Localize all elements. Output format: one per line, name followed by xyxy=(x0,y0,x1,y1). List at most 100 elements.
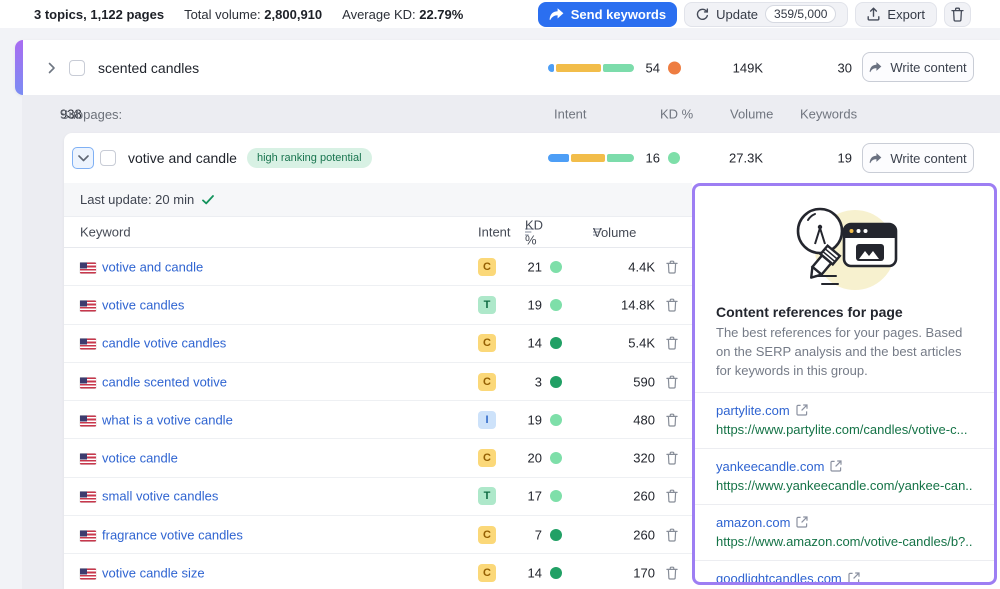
table-row: candle scented votive C 3 590 xyxy=(64,363,692,401)
keyword-link[interactable]: votice candle xyxy=(102,451,178,466)
page-card: votive and candle high ranking potential… xyxy=(64,133,1000,589)
us-flag-icon xyxy=(80,415,96,426)
reference-domain-link[interactable]: amazon.com xyxy=(716,513,808,532)
volume-value: 590 xyxy=(585,374,655,389)
last-update-text: Last update: 20 min xyxy=(80,192,194,207)
expand-topic-chevron-icon[interactable] xyxy=(48,62,56,74)
kd-value: 3 xyxy=(484,374,542,389)
table-row: votive candle size C 14 170 xyxy=(64,554,692,589)
volume-value: 14.8K xyxy=(585,297,655,312)
kd-value: 19 xyxy=(484,297,542,312)
table-row: fragrance votive candles C 7 260 xyxy=(64,516,692,554)
topic-title: scented candles xyxy=(98,60,199,76)
topic-write-content-button[interactable]: Write content xyxy=(862,52,974,82)
references-title: Content references for page xyxy=(695,298,994,324)
keyword-link[interactable]: small votive candles xyxy=(102,489,218,504)
kd-value: 21 xyxy=(484,259,542,274)
page-row: votive and candle high ranking potential… xyxy=(64,133,1000,183)
topic-checkbox[interactable] xyxy=(69,60,85,76)
reference-domain-link[interactable]: partylite.com xyxy=(716,401,808,420)
kd-dot xyxy=(550,529,562,541)
column-header-intent: Intent xyxy=(554,107,587,122)
keywords-table-header: Keyword Intent KD % Volume xyxy=(64,217,692,248)
volume-value: 480 xyxy=(585,412,655,427)
column-header-volume-sort[interactable]: Volume xyxy=(593,228,603,237)
kd-dot xyxy=(550,299,562,311)
kd-dot xyxy=(550,567,562,579)
trash-icon xyxy=(951,7,964,22)
reference-item: yankeecandle.com https://www.yankeecandl… xyxy=(695,448,994,504)
summary-stats: 3 topics, 1,122 pages Total volume: 2,80… xyxy=(34,7,463,22)
us-flag-icon xyxy=(80,569,96,580)
delete-keyword-icon[interactable] xyxy=(666,298,678,312)
topics-pages-count: 3 topics, 1,122 pages xyxy=(34,7,164,22)
reference-domain-link[interactable]: goodlightcandles.com xyxy=(716,569,860,585)
check-icon xyxy=(202,195,214,205)
delete-keyword-icon[interactable] xyxy=(666,336,678,350)
external-link-icon xyxy=(830,460,842,472)
page-write-content-button[interactable]: Write content xyxy=(862,143,974,173)
write-content-label: Write content xyxy=(890,151,966,166)
us-flag-icon xyxy=(80,300,96,311)
kd-dot xyxy=(550,490,562,502)
keyword-link[interactable]: candle scented votive xyxy=(102,374,227,389)
update-button[interactable]: Update 359/5,000 xyxy=(684,2,848,27)
reference-url: https://www.amazon.com/votive-candles/b?… xyxy=(716,532,973,551)
delete-keyword-icon[interactable] xyxy=(666,375,678,389)
send-keywords-label: Send keywords xyxy=(571,7,666,22)
page-checkbox[interactable] xyxy=(100,150,116,166)
delete-button[interactable] xyxy=(944,2,971,27)
delete-keyword-icon[interactable] xyxy=(666,260,678,274)
keyword-link[interactable]: votive candle size xyxy=(102,566,205,581)
keyword-link[interactable]: votive and candle xyxy=(102,259,203,274)
table-row: votive candles T 19 14.8K xyxy=(64,286,692,324)
kd-value: 17 xyxy=(484,489,542,504)
topic-kd-dot xyxy=(668,61,681,74)
table-row: votice candle C 20 320 xyxy=(64,439,692,477)
table-row: small votive candles T 17 260 xyxy=(64,478,692,516)
export-button[interactable]: Export xyxy=(855,2,937,27)
update-quota-pill: 359/5,000 xyxy=(765,5,836,23)
column-header-kd-sort[interactable]: KD % xyxy=(525,228,535,237)
kd-dot xyxy=(550,452,562,464)
kd-value: 19 xyxy=(484,412,542,427)
us-flag-icon xyxy=(80,262,96,273)
reference-domain-link[interactable]: yankeecandle.com xyxy=(716,457,842,476)
last-update-bar: Last update: 20 min xyxy=(64,183,692,217)
collapse-page-chevron[interactable] xyxy=(72,147,94,169)
delete-keyword-icon[interactable] xyxy=(666,528,678,542)
keyword-link[interactable]: fragrance votive candles xyxy=(102,527,243,542)
lightbulb-pencil-illustration xyxy=(695,198,994,298)
toolbar-actions: Send keywords Update 359/5,000 Export xyxy=(538,2,971,27)
page-volume: 27.3K xyxy=(683,151,763,166)
average-kd: Average KD: 22.79% xyxy=(342,7,463,22)
topic-kd-value: 54 xyxy=(600,60,660,75)
page-kd-dot xyxy=(668,152,680,164)
us-flag-icon xyxy=(80,339,96,350)
keyword-link[interactable]: votive candles xyxy=(102,297,184,312)
volume-value: 320 xyxy=(585,451,655,466)
export-icon xyxy=(867,7,880,21)
keyword-link[interactable]: what is a votive candle xyxy=(102,412,233,427)
subpages-section: Subpages: 938 Intent KD % Volume Keyword… xyxy=(22,95,1000,589)
send-keywords-button[interactable]: Send keywords xyxy=(538,2,677,27)
keywords-pane: Last update: 20 min Keyword Intent KD % … xyxy=(64,183,692,589)
us-flag-icon xyxy=(80,530,96,541)
topic-accent-bar xyxy=(15,40,23,95)
topic-keywords-count: 30 xyxy=(782,60,852,75)
delete-keyword-icon[interactable] xyxy=(666,489,678,503)
delete-keyword-icon[interactable] xyxy=(666,413,678,427)
subpages-header: Subpages: 938 Intent KD % Volume Keyword… xyxy=(22,95,1000,133)
delete-keyword-icon[interactable] xyxy=(666,566,678,580)
kd-dot xyxy=(550,414,562,426)
table-row: candle votive candles C 14 5.4K xyxy=(64,325,692,363)
table-row: what is a votive candle I 19 480 xyxy=(64,401,692,439)
external-link-icon xyxy=(848,572,860,584)
keyword-link[interactable]: candle votive candles xyxy=(102,336,226,351)
subpages-count: Subpages: 938 xyxy=(60,107,82,122)
topic-row: scented candles 54 149K 30 Write content xyxy=(15,40,1000,95)
total-volume: Total volume: 2,800,910 xyxy=(184,7,322,22)
volume-value: 5.4K xyxy=(585,336,655,351)
external-link-icon xyxy=(796,516,808,528)
delete-keyword-icon[interactable] xyxy=(666,451,678,465)
